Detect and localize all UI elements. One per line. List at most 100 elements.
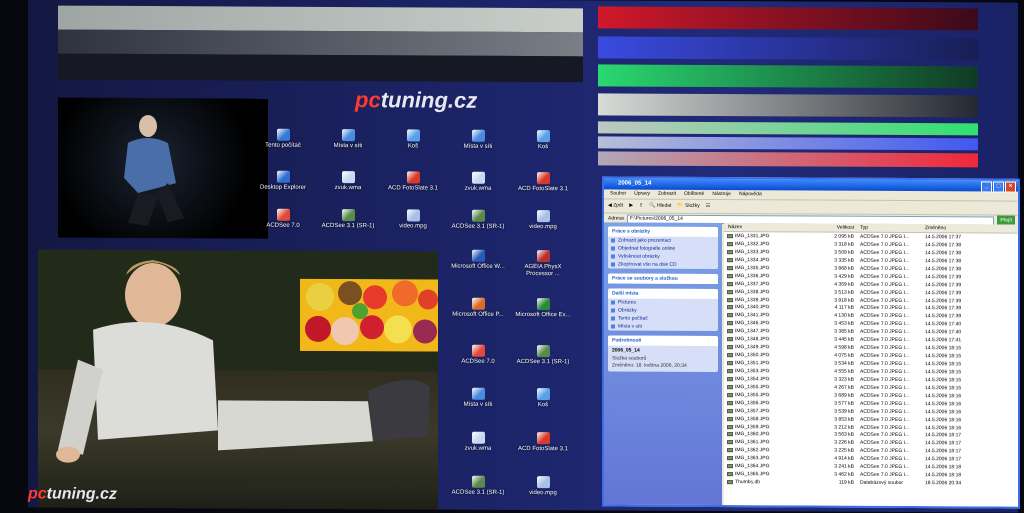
desktop-icon[interactable]: ACDSee 3.1 (SR-1): [446, 475, 510, 497]
desktop-icon-label: ACD FotoSlate 3.1: [387, 185, 439, 192]
details-panel: Podrobnosti 2006_05_14 Složka souborů Zm…: [608, 335, 718, 373]
desktop-icon[interactable]: Místa v síti: [446, 129, 510, 151]
file-size: 4 914 kB: [834, 455, 854, 462]
desktop-icon-label: zvuk.wma: [334, 185, 362, 192]
details-header[interactable]: Podrobnosti: [608, 335, 718, 347]
minimize-button[interactable]: _: [981, 181, 992, 193]
views-button[interactable]: ☷: [706, 200, 710, 213]
menu-tools[interactable]: Nástroje: [712, 190, 731, 199]
back-button[interactable]: ◀ Zpět: [608, 199, 623, 212]
file-size: 3 563 kB: [834, 432, 854, 439]
desktop-icon[interactable]: ACD FotoSlate 3.1: [511, 172, 575, 193]
desktop-icon[interactable]: zvuk.wma: [446, 431, 510, 453]
desktop-icon[interactable]: video.mpg: [511, 476, 575, 497]
file-size: 3 534 kB: [834, 360, 854, 367]
column-size[interactable]: Velikost: [816, 224, 857, 232]
desktop-icon-label: Koš: [537, 144, 549, 151]
menu-help[interactable]: Nápověda: [739, 190, 762, 199]
explorer-window[interactable]: 2006_05_14 _ □ × Soubor Úpravy Zobrazit …: [602, 176, 1020, 509]
file-size: 119 kB: [838, 479, 854, 486]
app-icon: [536, 432, 550, 445]
details-name: 2006_05_14: [612, 347, 640, 354]
desktop-icon[interactable]: video.mpg: [381, 209, 445, 230]
desktop-icon-label: ACDSee 3.1 (SR-1): [516, 358, 570, 366]
file-size: 3 539 kB: [834, 408, 854, 415]
file-tasks-header[interactable]: Práce se soubory a složkou: [608, 273, 718, 285]
maximize-button[interactable]: □: [993, 181, 1004, 193]
desktop-icons: Tento počítač Místa v síti Koš Místa v síti…: [28, 0, 1018, 496]
desktop-icon-label: Místa v síti: [333, 143, 363, 150]
column-type[interactable]: Typ: [857, 224, 922, 232]
desktop-icon[interactable]: Koš: [511, 388, 575, 409]
file-size: 3 868 kB: [834, 265, 854, 272]
desktop-icon-label: Koš: [407, 143, 419, 150]
desktop-icon[interactable]: Tento počítač: [251, 128, 315, 150]
desktop-icon[interactable]: Microsoft Office W...: [446, 249, 510, 271]
desktop-icon-label: ACDSee 3.1 (SR-1): [451, 489, 505, 496]
desktop-icon-label: ACDSee 7.0: [266, 222, 300, 229]
green-bar: [598, 121, 978, 136]
app-icon: [471, 209, 485, 222]
desktop-icon[interactable]: Koš: [381, 129, 445, 150]
photo-fruit: [300, 278, 438, 352]
file-size: 3 385 kB: [834, 328, 854, 335]
desktop-screen: pctuning.cz pctuning.cz Tento počítač Mís…: [28, 0, 1020, 513]
file-size: 3 225 kB: [834, 447, 854, 455]
column-name[interactable]: Název: [724, 223, 816, 231]
folders-button[interactable]: 📁 Složky: [677, 200, 699, 213]
desktop-icon-label: video.mpg: [399, 223, 427, 230]
desktop-icon[interactable]: ACDSee 3.1 (SR-1): [446, 209, 510, 231]
menu-file[interactable]: Soubor: [610, 189, 626, 198]
file-size: 4 359 kB: [834, 281, 854, 288]
desktop-icon[interactable]: ACDSee 3.1 (SR-1): [511, 345, 575, 366]
desktop-icon[interactable]: Místa v síti: [316, 129, 380, 150]
file-size: 3 241 kB: [834, 463, 854, 470]
desktop-icon[interactable]: video.mpg: [511, 210, 575, 231]
app-icon: [536, 172, 550, 185]
close-button[interactable]: ×: [1005, 181, 1016, 193]
file-size: 4 117 kB: [834, 305, 854, 312]
app-icon: [276, 208, 290, 221]
red-gradient-bar: [598, 6, 978, 31]
desktop-icon-label: video.mpg: [529, 490, 557, 497]
gray-bar-dark: [58, 53, 583, 83]
explorer-titlebar[interactable]: 2006_05_14 _ □ ×: [604, 178, 1018, 193]
desktop-icon[interactable]: Koš: [511, 130, 575, 151]
task-copy-cd[interactable]: Zkopírovat vše na disk CD: [608, 260, 718, 269]
blue-gradient-bar: [598, 36, 978, 61]
app-icon: [471, 297, 485, 310]
desktop-icon-label: AGEIA PhysX Processor ...: [524, 264, 562, 278]
file-size: 4 598 kB: [834, 344, 854, 351]
file-size: 3 462 kB: [834, 471, 854, 478]
column-modified[interactable]: Změněno: [922, 224, 995, 232]
file-size: 3 509 kB: [834, 249, 854, 256]
desktop-icon[interactable]: ACD FotoSlate 3.1: [511, 432, 575, 453]
other-places-header[interactable]: Další místa: [608, 288, 718, 300]
up-button[interactable]: ⇧: [639, 200, 643, 213]
desktop-icon[interactable]: zvuk.wma: [316, 171, 380, 192]
desktop-icon-label: Microsoft Office W...: [451, 263, 505, 270]
desktop-icon[interactable]: AGEIA PhysX Processor ...: [511, 250, 575, 278]
desktop-icon[interactable]: ACD FotoSlate 3.1: [381, 171, 445, 192]
desktop-icon-label: zvuk.wma: [464, 185, 492, 192]
app-icon: [276, 128, 290, 141]
desktop-icon[interactable]: Microsoft Office P...: [446, 297, 510, 319]
desktop-icon[interactable]: ACDSee 7.0: [446, 344, 510, 366]
search-button[interactable]: 🔍 Hledat: [649, 200, 671, 213]
desktop-icon[interactable]: ACDSee 7.0: [251, 208, 315, 230]
menu-favorites[interactable]: Oblíbené: [684, 190, 704, 199]
place-network[interactable]: Místa v síti: [608, 322, 718, 331]
desktop-icon[interactable]: Místa v síti: [446, 387, 510, 409]
menu-edit[interactable]: Úpravy: [634, 190, 650, 199]
desktop-icon[interactable]: zvuk.wma: [446, 171, 510, 193]
desktop-icon-label: Místa v síti: [463, 401, 493, 408]
desktop-icon[interactable]: Microsoft Office Ex...: [511, 298, 575, 319]
forward-button[interactable]: ▶: [629, 200, 633, 213]
file-row[interactable]: Thumbs.db 119 kB Databázový soubor 18.5.200…: [724, 478, 1018, 487]
file-date: 18.5.2006 20:34: [925, 480, 962, 487]
menu-view[interactable]: Zobrazit: [658, 190, 676, 199]
desktop-icon-label: Microsoft Office P...: [452, 311, 504, 318]
desktop-icon[interactable]: ACDSee 3.1 (SR-1): [316, 209, 380, 230]
picture-tasks-header[interactable]: Práce s obrázky: [608, 226, 718, 238]
desktop-icon[interactable]: Desktop Explorer: [251, 170, 315, 192]
